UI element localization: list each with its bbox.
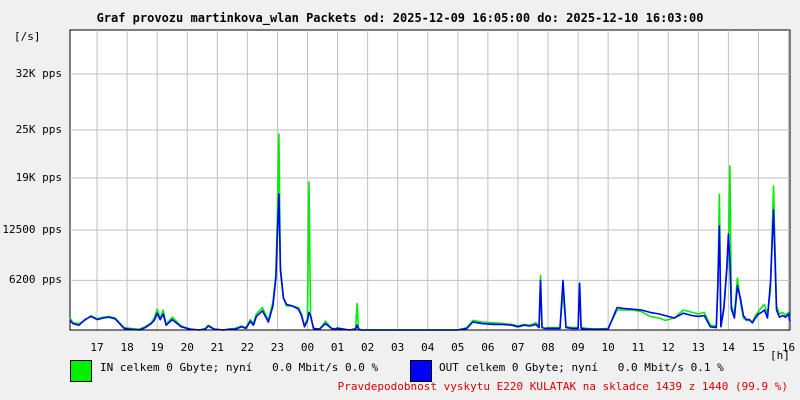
x-tick-label: 21 [210, 341, 224, 354]
x-tick-label: 22 [240, 341, 254, 354]
y-unit-label: [/s] [14, 30, 41, 43]
legend-in-label: IN celkem 0 Gbyte; nyní 0.0 Mbit/s 0.0 % [100, 361, 379, 374]
legend-in-swatch [70, 360, 92, 382]
x-tick-label: 17 [90, 341, 104, 354]
x-tick-label: 20 [180, 341, 194, 354]
chart-title: Graf provozu martinkova_wlan Packets od:… [96, 11, 704, 25]
x-tick-label: 01 [330, 341, 345, 354]
traffic-chart [69, 29, 791, 331]
x-tick-label: 18 [120, 341, 134, 354]
x-tick-label: 00 [300, 341, 315, 354]
y-tick-label: 25K pps [15, 123, 62, 136]
footer-note: Pravdepodobnost vyskytu E220 KULATAK na … [337, 380, 788, 393]
x-tick-label: 05 [451, 341, 465, 354]
x-tick-label: 19 [150, 341, 164, 354]
legend-out-label: OUT celkem 0 Gbyte; nyní 0.0 Mbit/s 0.1 … [439, 361, 724, 374]
plot-area [69, 29, 791, 331]
y-tick-label: 32K pps [15, 67, 62, 80]
y-tick-label: 19K pps [15, 171, 62, 184]
y-tick-label: 12500 pps [2, 223, 62, 236]
x-tick-label: 14 [721, 341, 735, 354]
x-tick-label: 02 [360, 341, 375, 354]
x-tick-label: 15 [751, 341, 766, 354]
x-tick-label: 13 [691, 341, 705, 354]
x-tick-label: 12 [661, 341, 675, 354]
x-tick-label: 10 [601, 341, 615, 354]
x-tick-label: 07 [511, 341, 525, 354]
x-tick-label: 06 [481, 341, 495, 354]
x-tick-label: 11 [631, 341, 645, 354]
x-tick-label: 09 [571, 341, 585, 354]
x-tick-label: 03 [391, 341, 405, 354]
x-tick-label: 08 [541, 341, 555, 354]
x-tick-label: 23 [270, 341, 285, 354]
x-tick-label: 16 [781, 341, 796, 354]
legend-out-swatch [410, 360, 432, 382]
x-tick-label: 04 [421, 341, 435, 354]
y-tick-label: 6200 pps [9, 273, 62, 287]
